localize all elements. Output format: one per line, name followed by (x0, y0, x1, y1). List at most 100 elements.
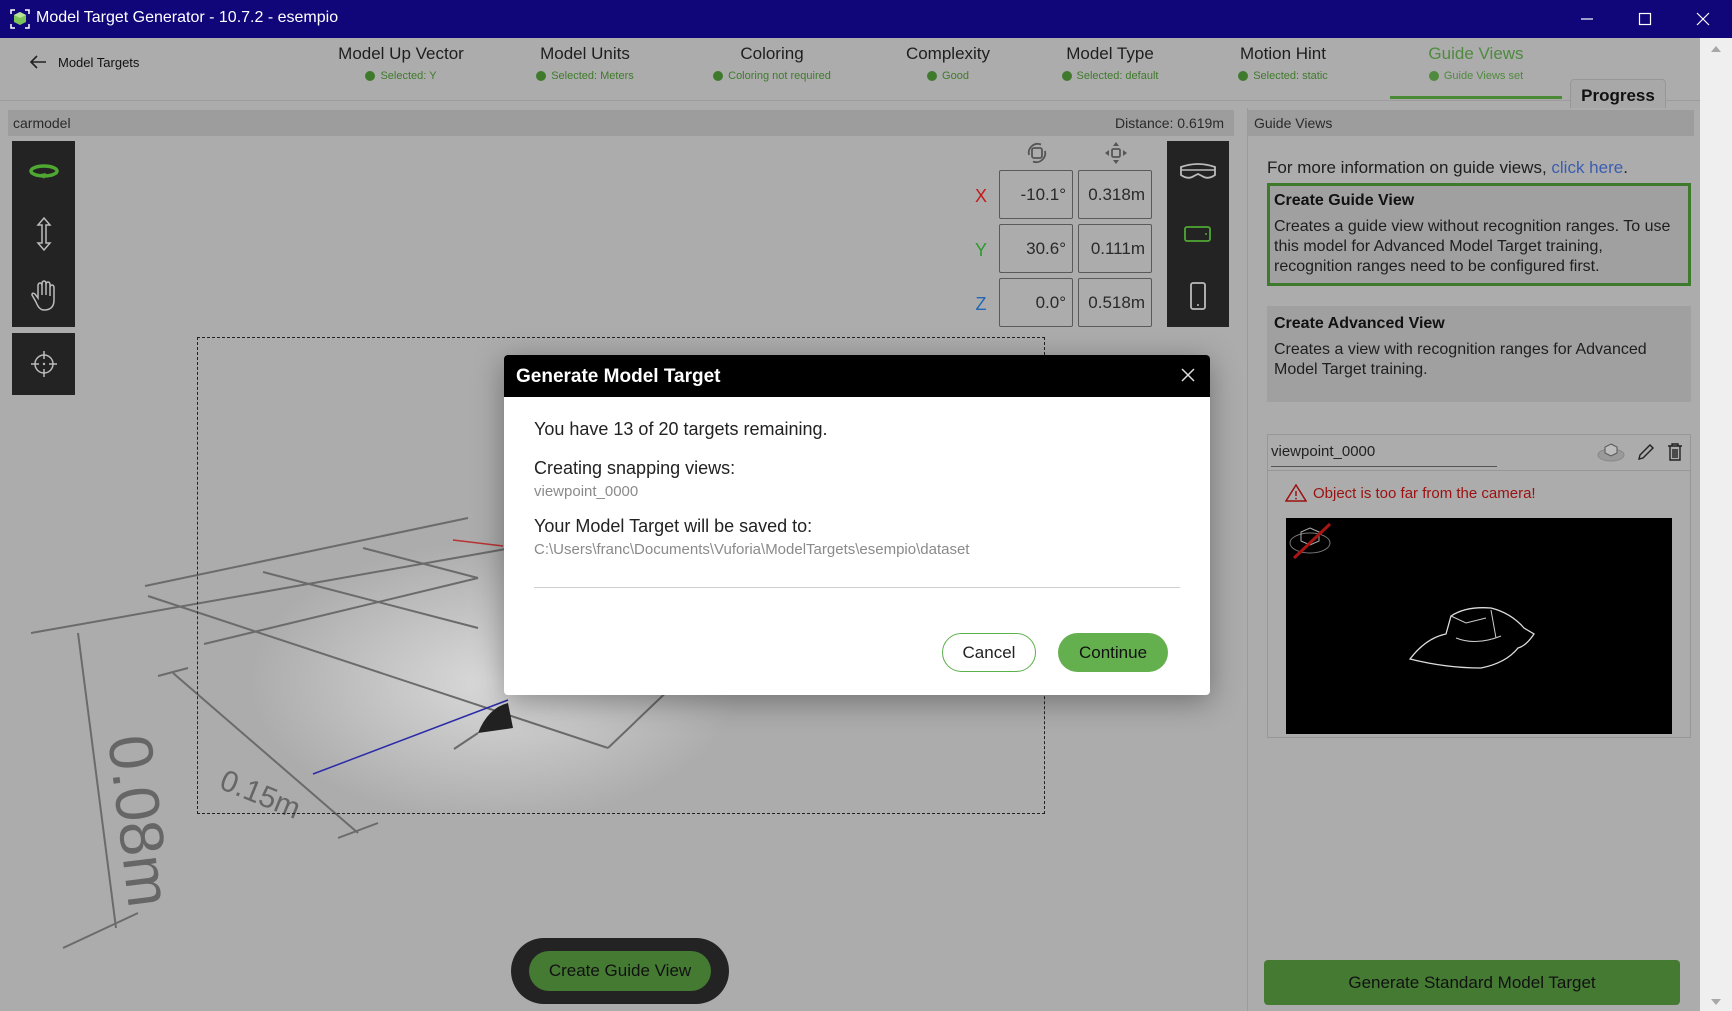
zoom-tool[interactable] (12, 203, 75, 265)
step-status: Coloring not required (728, 70, 831, 82)
step-label: Model Up Vector (338, 44, 464, 63)
step-label: Motion Hint (1240, 44, 1326, 63)
warning-icon (1285, 483, 1307, 502)
car-detail (1450, 609, 1502, 642)
step-model-type[interactable]: Model Type Selected: default (1055, 44, 1165, 82)
step-complexity[interactable]: Complexity Good (898, 44, 998, 82)
navigation-tools (12, 141, 75, 327)
step-label: Model Units (540, 44, 630, 63)
info-text: For more information on guide views, (1267, 158, 1552, 177)
app-logo-icon (10, 9, 30, 29)
orbit-icon (28, 164, 59, 179)
axis-x-label: X (974, 186, 987, 206)
viewpoint-card: viewpoint_0000 Object is too far from th… (1267, 434, 1691, 738)
step-label: Coloring (740, 44, 804, 63)
maximize-button[interactable] (1616, 0, 1674, 38)
viewpoint-preview[interactable] (1286, 518, 1672, 734)
dialog-divider (534, 587, 1180, 588)
device-headset[interactable] (1167, 141, 1229, 203)
close-window-button[interactable] (1674, 0, 1732, 38)
guide-views-panel: Guide Views For more information on guid… (1247, 108, 1694, 1011)
status-dot-icon (1238, 71, 1249, 81)
rotation-y-field[interactable]: 30.6° (999, 224, 1073, 273)
phone-icon (1190, 282, 1206, 310)
step-status: Selected: Y (380, 70, 437, 82)
guide-views-header: Guide Views (1248, 110, 1694, 136)
distance-warning: Object is too far from the camera! (1285, 483, 1536, 503)
step-label: Model Type (1066, 44, 1154, 63)
option-description: Creates a view with recognition ranges f… (1274, 341, 1647, 378)
status-dot-icon (365, 71, 376, 81)
model-name: carmodel (13, 115, 71, 131)
step-guide-views[interactable]: Guide Views Guide Views set (1400, 44, 1552, 82)
translation-x-field[interactable]: 0.318m (1078, 170, 1152, 219)
center-view-tool[interactable] (12, 333, 75, 395)
translation-y-field[interactable]: 0.111m (1078, 224, 1152, 273)
back-label: Model Targets (58, 54, 140, 70)
generate-standard-model-target-button[interactable]: Generate Standard Model Target (1264, 960, 1680, 1005)
step-coloring[interactable]: Coloring Coloring not required (712, 44, 832, 82)
step-status: Selected: Meters (551, 70, 634, 82)
rotation-z-field[interactable]: 0.0° (999, 278, 1073, 327)
close-dialog-icon[interactable] (1176, 363, 1200, 387)
crosshair-icon (30, 351, 57, 377)
scroll-down-icon[interactable] (1711, 999, 1721, 1005)
step-status: Selected: static (1253, 70, 1328, 82)
rotation-header (999, 140, 1075, 166)
progress-label: Progress (1581, 86, 1655, 105)
back-to-model-targets[interactable]: Model Targets (28, 52, 139, 72)
center-tool-panel (12, 333, 75, 395)
step-motion-hint[interactable]: Motion Hint Selected: static (1232, 44, 1334, 82)
pan-tool[interactable] (12, 265, 75, 327)
targets-remaining: You have 13 of 20 targets remaining. (534, 419, 828, 439)
continue-button[interactable]: Continue (1058, 633, 1168, 672)
info-link[interactable]: click here (1551, 158, 1623, 177)
step-label: Guide Views (1428, 44, 1524, 63)
create-guide-view-button[interactable]: Create Guide View (529, 951, 711, 991)
warning-text: Object is too far from the camera! (1313, 484, 1536, 502)
vertical-scrollbar[interactable] (1700, 38, 1732, 1011)
dialog-body: You have 13 of 20 targets remaining. Cre… (534, 397, 1184, 558)
translation-z-field[interactable]: 0.518m (1078, 278, 1152, 327)
camera-distance: Distance: 0.619m (1115, 115, 1224, 131)
minimize-button[interactable] (1558, 0, 1616, 38)
rotation-x-field[interactable]: -10.1° (999, 170, 1073, 219)
step-model-units[interactable]: Model Units Selected: Meters (529, 44, 641, 82)
workflow-header: Model Targets Model Up Vector Selected: … (0, 38, 1700, 135)
move-icon (1105, 142, 1127, 164)
title-bar: Model Target Generator - 10.7.2 - esempi… (0, 0, 1732, 38)
cancel-button[interactable]: Cancel (942, 633, 1036, 672)
panel-title: Guide Views (1254, 115, 1333, 131)
status-dot-icon (1061, 71, 1072, 81)
translation-header (1078, 140, 1154, 166)
option-create-guide-view[interactable]: Create Guide View Creates a guide view w… (1267, 183, 1691, 286)
info-end: . (1623, 158, 1628, 177)
scroll-up-icon[interactable] (1711, 46, 1721, 52)
tablet-icon (1184, 226, 1211, 242)
minimize-icon (1581, 18, 1593, 20)
status-dot-icon (927, 71, 938, 81)
window-title: Model Target Generator - 10.7.2 - esempi… (36, 9, 339, 26)
trash-icon[interactable] (1666, 442, 1684, 462)
generate-model-target-dialog: Generate Model Target You have 13 of 20 … (504, 355, 1210, 695)
dialog-title: Generate Model Target (516, 366, 721, 387)
status-dot-icon (1428, 71, 1439, 81)
edit-pencil-icon[interactable] (1636, 442, 1656, 462)
orbit-tool[interactable] (12, 141, 75, 203)
headset-icon (1180, 163, 1216, 179)
device-tablet[interactable] (1167, 203, 1229, 265)
axis-y-label: Y (974, 240, 987, 260)
device-phone[interactable] (1167, 265, 1229, 327)
snapping-view-icon[interactable] (1596, 441, 1626, 463)
option-title: Create Guide View (1274, 192, 1415, 209)
dialog-header: Generate Model Target (504, 355, 1210, 397)
snapping-value: viewpoint_0000 (534, 483, 639, 500)
option-create-advanced-view[interactable]: Create Advanced View Creates a view with… (1267, 306, 1691, 402)
viewport-header: carmodel Distance: 0.619m (8, 110, 1234, 136)
preview-graphic (1289, 522, 1535, 669)
option-description: Creates a guide view without recognition… (1274, 218, 1671, 275)
viewpoint-name-field[interactable]: viewpoint_0000 (1271, 437, 1497, 467)
car-outline (1408, 607, 1535, 669)
step-label: Complexity (905, 44, 991, 63)
step-model-up-vector[interactable]: Model Up Vector Selected: Y (332, 44, 470, 82)
